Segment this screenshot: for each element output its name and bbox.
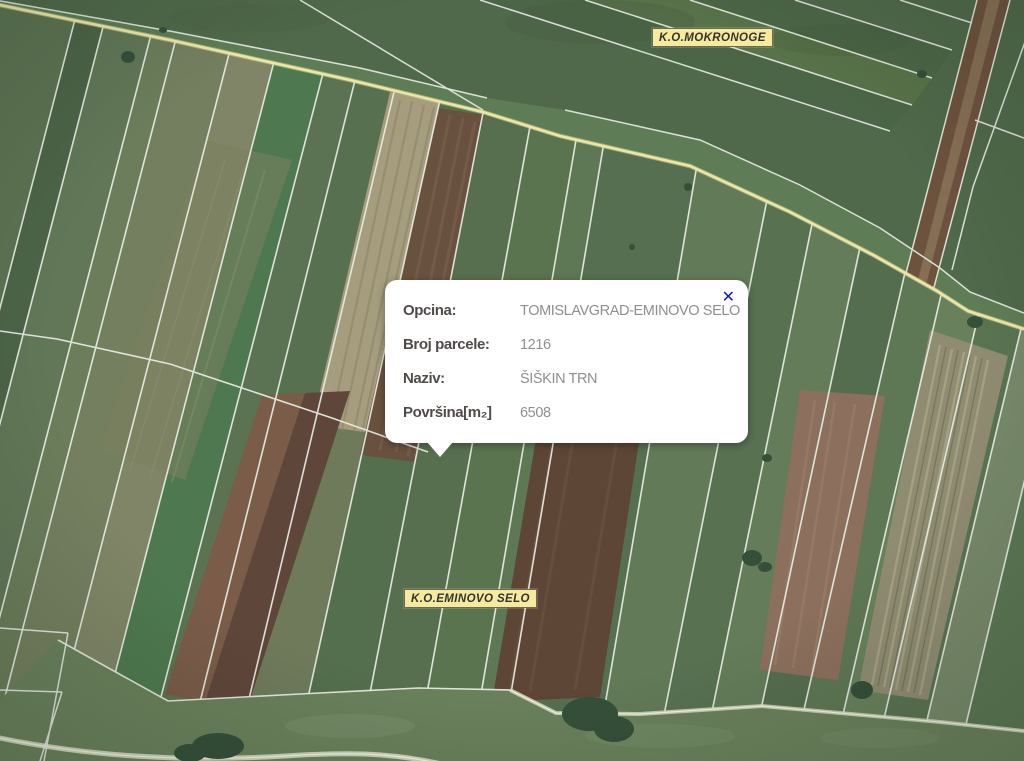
region-label-ko-eminovo-selo: K.O.EMINOVO SELO [404,589,537,608]
parcel-attributes: Opcina: TOMISLAVGRAD-EMINOVO SELO Broj p… [385,280,748,424]
attribute-value: 1216 [520,334,551,356]
attribute-label: Opcina: [403,300,520,322]
attribute-value: 6508 [520,402,551,424]
attribute-label: Broj parcele: [403,334,520,356]
attribute-row-naziv: Naziv: ŠIŠKIN TRN [403,368,730,390]
close-icon[interactable]: ✕ [720,287,737,307]
attribute-label: Naziv: [403,368,520,390]
attribute-value: TOMISLAVGRAD-EMINOVO SELO [520,300,740,322]
attribute-value: ŠIŠKIN TRN [520,368,597,390]
region-label-ko-mokronoge: K.O.MOKRONOGE [652,28,773,47]
parcel-info-popup: ✕ Opcina: TOMISLAVGRAD-EMINOVO SELO Broj… [385,280,748,443]
attribute-label: Površina[m₂] [403,402,520,424]
popup-tail-pointer [427,442,453,457]
map-viewer: K.O.MOKRONOGE K.O.EMINOVO SELO ✕ Opcina:… [0,0,1024,761]
attribute-row-broj-parcele: Broj parcele: 1216 [403,334,730,356]
attribute-row-opcina: Opcina: TOMISLAVGRAD-EMINOVO SELO [403,300,730,322]
attribute-row-povrsina: Površina[m₂] 6508 [403,402,730,424]
